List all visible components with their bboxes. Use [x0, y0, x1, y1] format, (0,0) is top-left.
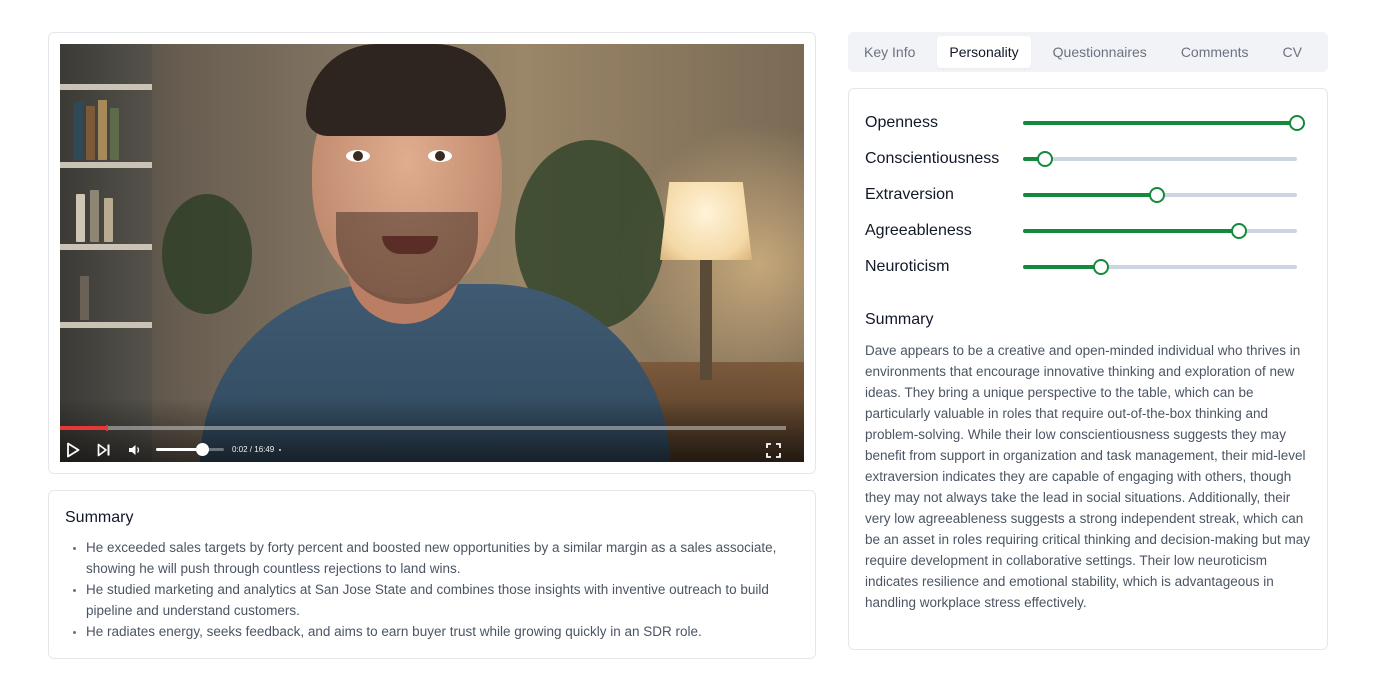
conscientiousness-slider[interactable]: [1023, 151, 1297, 167]
tab-key-info[interactable]: Key Info: [852, 36, 927, 68]
neuroticism-slider[interactable]: [1023, 259, 1297, 275]
lamp-shade: [660, 182, 752, 260]
candidate-summary-card: Summary He exceeded sales targets by for…: [48, 490, 816, 659]
trait-row-openness: Openness: [865, 111, 1313, 135]
tab-personality[interactable]: Personality: [937, 36, 1031, 68]
trait-row-neuroticism: Neuroticism: [865, 255, 1313, 279]
play-button[interactable]: [66, 442, 80, 458]
fullscreen-icon: [766, 443, 781, 458]
controls-overlay: [60, 398, 804, 462]
person-hair: [306, 44, 506, 136]
volume-button[interactable]: [128, 444, 142, 456]
slider-fill: [1023, 193, 1158, 197]
personality-card: Openness Conscientiousness Extraversion …: [848, 88, 1328, 650]
slider-thumb[interactable]: [1093, 259, 1110, 275]
seek-bar-played: [60, 426, 107, 430]
seek-bar[interactable]: [60, 425, 786, 431]
volume-slider[interactable]: [156, 443, 224, 456]
tab-comments[interactable]: Comments: [1169, 36, 1261, 68]
trait-row-agreeableness: Agreeableness: [865, 219, 1313, 243]
skip-next-icon: [97, 443, 110, 457]
person-eye-right: [428, 150, 452, 162]
agreeableness-slider[interactable]: [1023, 223, 1297, 239]
trait-label: Conscientiousness: [865, 150, 1000, 167]
slider-fill: [1023, 265, 1102, 269]
tab-questionnaires[interactable]: Questionnaires: [1041, 36, 1159, 68]
tab-cv[interactable]: CV: [1271, 36, 1314, 68]
slider-thumb[interactable]: [1289, 115, 1305, 131]
time-text: 0:02 / 16:49: [232, 445, 275, 454]
extraversion-slider[interactable]: [1023, 187, 1297, 203]
slider-fill: [1023, 229, 1240, 233]
live-dot: [279, 448, 282, 451]
slider-thumb[interactable]: [1036, 151, 1053, 167]
summary-bullet: He radiates energy, seeks feedback, and …: [65, 621, 799, 642]
slider-fill: [1023, 121, 1297, 125]
trait-row-extraversion: Extraversion: [865, 183, 1313, 207]
trait-label: Extraversion: [865, 186, 954, 203]
seek-bar-handle[interactable]: [106, 425, 109, 431]
play-icon: [67, 442, 80, 458]
person-eye-left: [346, 150, 370, 162]
video-player[interactable]: 0:02 / 16:49: [60, 44, 804, 462]
slider-thumb[interactable]: [1149, 187, 1166, 203]
trait-label: Agreeableness: [865, 222, 972, 239]
openness-slider[interactable]: [1023, 115, 1305, 131]
trait-label: Neuroticism: [865, 258, 950, 275]
slider-thumb[interactable]: [1231, 223, 1248, 239]
personality-summary-title: Summary: [865, 311, 934, 328]
summary-bullet: He exceeded sales targets by forty perce…: [65, 537, 799, 579]
trait-label: Openness: [865, 114, 938, 131]
volume-icon: [129, 445, 140, 455]
summary-title: Summary: [65, 509, 134, 526]
video-card: 0:02 / 16:49: [48, 32, 816, 474]
time-display: 0:02 / 16:49: [232, 445, 282, 454]
personality-summary-text: Dave appears to be a creative and open-m…: [865, 343, 1310, 610]
plant: [162, 194, 252, 314]
summary-bullet: He studied marketing and analytics at Sa…: [65, 579, 799, 621]
summary-list: He exceeded sales targets by forty perce…: [65, 537, 799, 642]
trait-row-conscientiousness: Conscientiousness: [865, 147, 1313, 171]
profile-tabs: Key Info Personality Questionnaires Comm…: [848, 32, 1328, 72]
next-button[interactable]: [97, 443, 111, 457]
lamp-base: [700, 260, 712, 380]
fullscreen-button[interactable]: [766, 443, 781, 458]
